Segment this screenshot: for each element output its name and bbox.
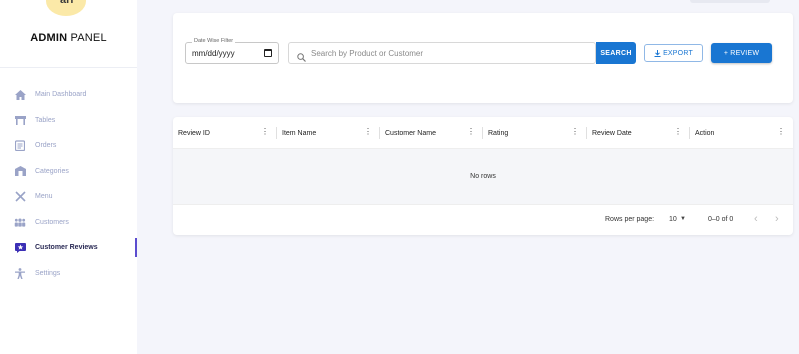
pagination-range: 0–0 of 0 xyxy=(708,216,734,223)
brand-title: ADMIN PANEL xyxy=(0,32,137,44)
reviews-table: Review ID ⋮ Item Name ⋮ Customer Name ⋮ … xyxy=(173,117,793,235)
sidebar-item-label: Customers xyxy=(35,218,69,226)
column-header-rating[interactable]: Rating ⋮ xyxy=(483,117,587,149)
orders-icon xyxy=(14,140,26,152)
column-header-action[interactable]: Action ⋮ xyxy=(690,117,793,149)
column-title: Customer Name xyxy=(385,129,436,137)
column-title: Action xyxy=(695,129,715,137)
sidebar-item-customer-reviews[interactable]: Customer Reviews xyxy=(0,235,137,261)
rows-per-page-select[interactable]: 10 xyxy=(669,216,677,223)
date-filter-field[interactable]: Date Wise Filter mm/dd/yyyy xyxy=(185,38,279,64)
sidebar-item-label: Menu xyxy=(35,193,53,201)
column-title: Review Date xyxy=(592,129,632,137)
column-menu-icon[interactable]: ⋮ xyxy=(674,128,682,136)
sidebar-item-categories[interactable]: Categories xyxy=(0,159,137,185)
sidebar: arr ADMIN PANEL Main Dashboard Tables Or… xyxy=(0,0,137,354)
brand-bold: ADMIN xyxy=(30,32,68,44)
add-review-label: + REVIEW xyxy=(723,49,760,57)
previous-page-icon[interactable]: ‹ xyxy=(754,213,758,225)
column-header-review-date[interactable]: Review Date ⋮ xyxy=(587,117,690,149)
users-icon xyxy=(14,216,26,228)
next-page-icon[interactable]: › xyxy=(775,213,779,225)
column-menu-icon[interactable]: ⋮ xyxy=(261,128,269,136)
rows-per-page-label: Rows per page: xyxy=(605,216,655,223)
search-input-wrapper[interactable] xyxy=(288,42,596,64)
logo: arr xyxy=(46,0,86,16)
top-bar-shadow xyxy=(690,0,770,3)
table-icon xyxy=(14,114,26,126)
sidebar-item-main-dashboard[interactable]: Main Dashboard xyxy=(0,82,137,108)
add-review-button[interactable]: + REVIEW xyxy=(711,43,772,63)
sidebar-item-label: Settings xyxy=(35,269,61,277)
sidebar-item-label: Orders xyxy=(35,142,57,150)
download-icon xyxy=(654,49,661,57)
column-menu-icon[interactable]: ⋮ xyxy=(571,128,579,136)
review-icon xyxy=(14,242,26,254)
column-menu-icon[interactable]: ⋮ xyxy=(777,128,785,136)
calendar-icon[interactable] xyxy=(264,49,272,57)
sidebar-item-label: Tables xyxy=(35,116,56,124)
column-title: Rating xyxy=(488,129,509,137)
date-filter-label: Date Wise Filter xyxy=(192,38,236,44)
export-button[interactable]: EXPORT xyxy=(644,44,703,62)
column-header-customer-name[interactable]: Customer Name ⋮ xyxy=(380,117,483,149)
column-title: Item Name xyxy=(282,129,317,137)
search-button[interactable]: SEARCH xyxy=(596,42,636,64)
sidebar-item-label: Main Dashboard xyxy=(35,91,87,99)
logo-text: arr xyxy=(60,0,75,6)
sidebar-item-settings[interactable]: Settings xyxy=(0,261,137,287)
column-menu-icon[interactable]: ⋮ xyxy=(364,128,372,136)
categories-icon xyxy=(14,165,26,177)
sidebar-nav: Main Dashboard Tables Orders Categories … xyxy=(0,82,137,286)
table-pagination: Rows per page: 10 ▼ 0–0 of 0 ‹ › xyxy=(173,206,793,235)
date-filter-value: mm/dd/yyyy xyxy=(192,49,235,58)
search-icon xyxy=(297,49,306,62)
sidebar-item-orders[interactable]: Orders xyxy=(0,133,137,159)
table-body: No rows xyxy=(173,149,793,205)
chevron-down-icon[interactable]: ▼ xyxy=(680,216,686,222)
sidebar-item-menu[interactable]: Menu xyxy=(0,184,137,210)
column-header-item-name[interactable]: Item Name ⋮ xyxy=(277,117,380,149)
empty-state-text: No rows xyxy=(470,173,496,180)
sidebar-item-label: Customer Reviews xyxy=(35,244,98,252)
search-input[interactable] xyxy=(311,48,591,58)
export-label: EXPORT xyxy=(663,49,693,57)
sidebar-item-tables[interactable]: Tables xyxy=(0,108,137,134)
column-title: Review ID xyxy=(178,129,210,137)
brand-rest: PANEL xyxy=(67,32,107,44)
utensils-icon xyxy=(14,191,26,203)
filter-card: Date Wise Filter mm/dd/yyyy SEARCH EXPOR… xyxy=(173,13,793,103)
sidebar-divider xyxy=(0,67,137,68)
sidebar-item-label: Categories xyxy=(35,167,69,175)
settings-icon xyxy=(14,267,26,279)
column-header-review-id[interactable]: Review ID ⋮ xyxy=(173,117,277,149)
home-icon xyxy=(14,89,26,101)
sidebar-item-customers[interactable]: Customers xyxy=(0,210,137,236)
column-menu-icon[interactable]: ⋮ xyxy=(467,128,475,136)
table-header: Review ID ⋮ Item Name ⋮ Customer Name ⋮ … xyxy=(173,117,793,149)
